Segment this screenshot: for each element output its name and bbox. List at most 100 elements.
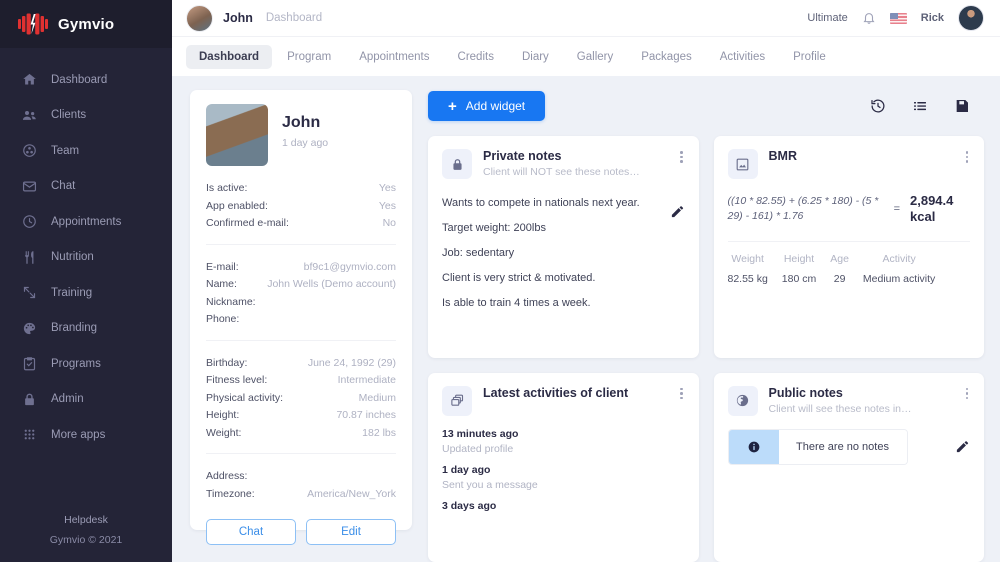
brand-logo[interactable]: Gymvio [0,0,172,48]
team-icon [22,143,37,158]
sidebar-item-label: Programs [51,358,101,370]
column-header: Height [782,253,816,265]
bell-icon[interactable] [862,11,876,25]
column-header: Activity [863,253,935,265]
row-value: America/New_York [307,486,396,504]
bmr-metric-age: Age 29 [830,253,849,285]
card-menu-button[interactable] [964,386,971,402]
note-line: Is able to train 4 times a week. [442,291,649,316]
sidebar-item-admin[interactable]: Admin [0,382,172,418]
profile-photo[interactable] [206,104,268,166]
profile-metrics-group: Birthday:June 24, 1992 (29) Fitness leve… [206,355,396,443]
tab-profile[interactable]: Profile [780,45,839,69]
client-avatar[interactable] [186,5,213,32]
tab-activities[interactable]: Activities [707,45,778,69]
tabbar: Dashboard Program Appointments Credits D… [172,37,1000,76]
latest-activities-card: Latest activities of client 13 minutes a… [428,373,699,562]
profile-row: E-mail:bf9c1@gymvio.com [206,259,396,277]
bmr-result: 2,894.4 kcal [910,193,970,225]
save-icon[interactable] [954,98,970,114]
sidebar-item-chat[interactable]: Chat [0,169,172,205]
us-flag-icon[interactable] [890,13,907,24]
note-line: Wants to compete in nationals next year. [442,191,649,216]
profile-row: Name:John Wells (Demo account) [206,276,396,294]
page-title: John [223,11,253,25]
topbar-right: Ultimate Rick [807,5,984,31]
row-key: Address: [206,468,247,486]
row-key: Height: [206,407,239,425]
card-subtitle: Client will NOT see these notes… [483,166,667,178]
sidebar-item-clients[interactable]: Clients [0,98,172,134]
sidebar-item-label: Clients [51,109,86,121]
list-item: 1 day ago Sent you a message [442,464,685,491]
list-item: 3 days ago [442,500,685,512]
widget-grid: Private notes Client will NOT see these … [428,136,984,562]
sidebar-item-nutrition[interactable]: Nutrition [0,240,172,276]
list-icon[interactable] [912,98,928,114]
tab-appointments[interactable]: Appointments [346,45,442,69]
widget-toolbar: + Add widget [428,90,984,122]
card-title: BMR [769,149,953,163]
widgets-column: + Add widget Pr [428,90,984,562]
profile-row: Nickname: [206,294,396,312]
tab-gallery[interactable]: Gallery [564,45,626,69]
image-icon [728,149,758,179]
profile-row: Fitness level:Intermediate [206,372,396,390]
helpdesk-link[interactable]: Helpdesk [0,510,172,530]
sidebar-item-label: Nutrition [51,251,94,263]
tab-dashboard[interactable]: Dashboard [186,45,272,69]
client-profile-card: John 1 day ago Is active:Yes App enabled… [190,90,412,530]
plan-badge[interactable]: Ultimate [807,12,847,24]
history-icon[interactable] [870,98,886,114]
row-key: Weight: [206,425,241,443]
sidebar-item-dashboard[interactable]: Dashboard [0,62,172,98]
edit-private-notes-icon[interactable] [670,204,685,224]
alert-text: There are no notes [779,430,907,464]
tab-credits[interactable]: Credits [445,45,507,69]
sidebar-item-branding[interactable]: Branding [0,311,172,347]
sidebar-item-training[interactable]: Training [0,275,172,311]
card-menu-button[interactable] [678,386,685,402]
profile-last-seen: 1 day ago [282,137,328,149]
chat-button[interactable]: Chat [206,519,296,545]
sidebar-item-label: Team [51,145,79,157]
row-key: Nickname: [206,294,256,312]
sidebar-nav: Dashboard Clients Team Chat Appointments… [0,48,172,453]
row-value: 70.87 inches [336,407,396,425]
globe-icon [728,386,758,416]
private-notes-body: Wants to compete in nationals next year.… [442,191,685,316]
bmr-metric-height: Height 180 cm [782,253,816,285]
row-value: Intermediate [338,372,396,390]
tab-program[interactable]: Program [274,45,344,69]
user-name[interactable]: Rick [921,12,944,24]
clock-icon [22,214,37,229]
copyright-text: Gymvio © 2021 [0,530,172,550]
edit-public-notes-icon[interactable] [955,439,970,459]
add-widget-button[interactable]: + Add widget [428,91,545,121]
avatar[interactable] [958,5,984,31]
tab-diary[interactable]: Diary [509,45,562,69]
public-notes-card: Public notes Client will see these notes… [714,373,985,562]
sidebar-item-programs[interactable]: Programs [0,346,172,382]
home-icon [22,72,37,87]
note-line: Target weight: 200lbs [442,216,649,241]
lock-icon [442,149,472,179]
column-header: Age [830,253,849,265]
card-menu-button[interactable] [678,149,685,165]
row-value: 182 lbs [362,425,396,443]
divider [206,453,396,454]
profile-row: Height: 70.87 inches [206,407,396,425]
profile-row: App enabled:Yes [206,198,396,216]
column-header: Weight [728,253,768,265]
tab-packages[interactable]: Packages [628,45,705,69]
sidebar-item-appointments[interactable]: Appointments [0,204,172,240]
sidebar-item-team[interactable]: Team [0,133,172,169]
card-menu-button[interactable] [964,149,971,165]
profile-header: John 1 day ago [206,104,396,166]
row-key: Phone: [206,311,239,329]
card-header: BMR [728,149,971,179]
edit-button[interactable]: Edit [306,519,396,545]
row-key: E-mail: [206,259,239,277]
sidebar-item-more-apps[interactable]: More apps [0,417,172,453]
info-icon [729,430,779,464]
